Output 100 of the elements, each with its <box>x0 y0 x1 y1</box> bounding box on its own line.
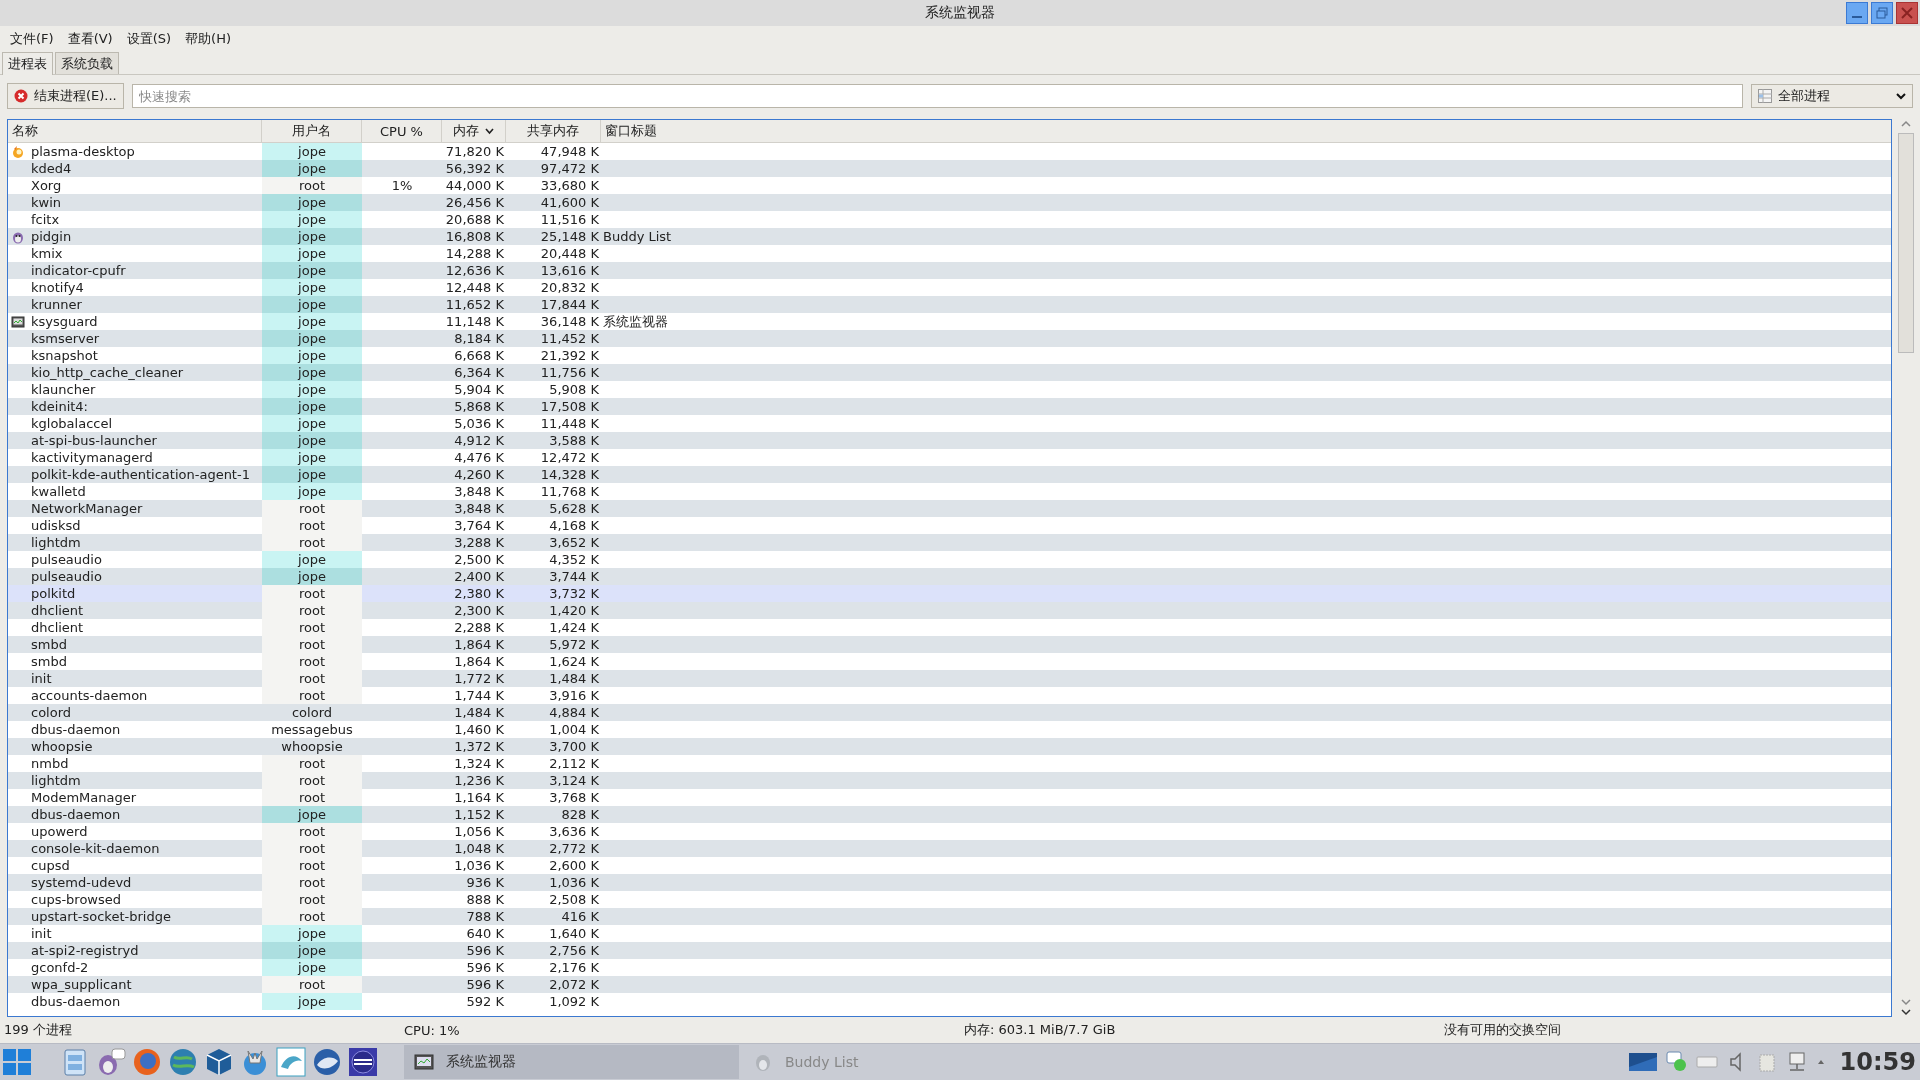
table-cell: 888 K <box>466 892 504 907</box>
column-header[interactable]: CPU % <box>362 120 442 142</box>
table-cell: 1,484 K <box>549 671 599 686</box>
table-row[interactable]: indicator-cpufr jope 12,636 K 13,616 K <box>8 262 1891 279</box>
table-cell: 1,048 K <box>454 841 504 856</box>
table-row[interactable]: init root 1,772 K 1,484 K <box>8 670 1891 687</box>
table-row[interactable]: kwalletd jope 3,848 K 11,768 K <box>8 483 1891 500</box>
table-row[interactable]: pidgin jope 16,808 K 25,148 K Buddy List <box>8 228 1891 245</box>
table-row[interactable]: lightdm root 3,288 K 3,652 K <box>8 534 1891 551</box>
table-row[interactable]: ksnapshot jope 6,668 K 21,392 K <box>8 347 1891 364</box>
table-row[interactable]: fcitx jope 20,688 K 11,516 K <box>8 211 1891 228</box>
table-row[interactable]: plasma-desktop jope 71,820 K 47,948 K <box>8 143 1891 160</box>
table-cell: knotify4 <box>31 279 84 296</box>
table-row[interactable]: upstart-socket-bridge root 788 K 416 K <box>8 908 1891 925</box>
menu-item[interactable]: 设置(S) <box>120 27 178 51</box>
table-row[interactable]: init jope 640 K 1,640 K <box>8 925 1891 942</box>
column-header[interactable]: 名称 <box>8 120 262 142</box>
table-row[interactable]: Xorg root 1% 44,000 K 33,680 K <box>8 177 1891 194</box>
table-row[interactable]: kio_http_cache_cleaner jope 6,364 K 11,756 K <box>8 364 1891 381</box>
table-cell: 5,972 K <box>549 637 599 652</box>
table-cell: kwin <box>31 194 61 211</box>
table-row[interactable]: lightdm root 1,236 K 3,124 K <box>8 772 1891 789</box>
table-cell: 1,744 K <box>454 688 504 703</box>
table-cell: jope <box>298 331 326 346</box>
clock: 10:59 <box>1839 1048 1916 1076</box>
table-cell: jope <box>298 450 326 465</box>
table-row[interactable]: whoopsie whoopsie 1,372 K 3,700 K <box>8 738 1891 755</box>
swap-status: 没有可用的交换空间 <box>1444 1021 1561 1039</box>
process-filter-dropdown[interactable]: 全部进程 <box>1751 84 1913 108</box>
table-cell: ksmserver <box>31 330 100 347</box>
table-cell: kglobalaccel <box>31 415 113 432</box>
table-cell: 2,300 K <box>454 603 504 618</box>
table-row[interactable]: pulseaudio jope 2,500 K 4,352 K <box>8 551 1891 568</box>
table-row[interactable]: nmbd root 1,324 K 2,112 K <box>8 755 1891 772</box>
column-header[interactable]: 窗口标题 <box>601 120 1891 142</box>
table-cell: ksysguard <box>31 313 98 330</box>
table-row[interactable]: gconfd-2 jope 596 K 2,176 K <box>8 959 1891 976</box>
table-row[interactable]: pulseaudio jope 2,400 K 3,744 K <box>8 568 1891 585</box>
table-row[interactable]: ksysguard jope 11,148 K 36,148 K 系统监视器 <box>8 313 1891 330</box>
table-row[interactable]: dhclient root 2,288 K 1,424 K <box>8 619 1891 636</box>
table-row[interactable]: accounts-daemon root 1,744 K 3,916 K <box>8 687 1891 704</box>
column-header[interactable]: 共享内存 <box>506 120 601 142</box>
end-process-button[interactable]: 结束进程(E)... <box>7 83 124 109</box>
table-cell: jope <box>298 943 326 958</box>
table-row[interactable]: cupsd root 1,036 K 2,600 K <box>8 857 1891 874</box>
table-row[interactable]: NetworkManager root 3,848 K 5,628 K <box>8 500 1891 517</box>
table-row[interactable]: upowerd root 1,056 K 3,636 K <box>8 823 1891 840</box>
table-cell: 3,636 K <box>549 824 599 839</box>
table-cell: 14,288 K <box>445 246 504 261</box>
table-cell: 41,600 K <box>540 195 599 210</box>
table-row[interactable]: ModemManager root 1,164 K 3,768 K <box>8 789 1891 806</box>
menu-item[interactable]: 查看(V) <box>61 27 119 51</box>
table-row[interactable]: wpa_supplicant root 596 K 2,072 K <box>8 976 1891 993</box>
table-cell: 2,756 K <box>549 943 599 958</box>
table-cell: root <box>298 586 326 601</box>
table-cell: 2,380 K <box>454 586 504 601</box>
table-cell: pidgin <box>31 228 72 245</box>
table-row[interactable]: knotify4 jope 12,448 K 20,832 K <box>8 279 1891 296</box>
table-cell: kdeinit4: <box>31 398 88 415</box>
table-row[interactable]: kded4 jope 56,392 K 97,472 K <box>8 160 1891 177</box>
table-row[interactable]: udisksd root 3,764 K 4,168 K <box>8 517 1891 534</box>
table-row[interactable]: colord colord 1,484 K 4,884 K <box>8 704 1891 721</box>
table-row[interactable]: smbd root 1,864 K 1,624 K <box>8 653 1891 670</box>
table-row[interactable]: klauncher jope 5,904 K 5,908 K <box>8 381 1891 398</box>
tab[interactable]: 系统负载 <box>55 52 119 74</box>
table-cell: NetworkManager <box>31 500 143 517</box>
table-cell: jope <box>298 246 326 261</box>
table-row[interactable]: systemd-udevd root 936 K 1,036 K <box>8 874 1891 891</box>
table-cell: 20,832 K <box>540 280 599 295</box>
table-cell: 4,352 K <box>549 552 599 567</box>
table-cell: messagebus <box>271 722 353 737</box>
table-cell: jope <box>298 552 326 567</box>
table-row[interactable]: at-spi2-registryd jope 596 K 2,756 K <box>8 942 1891 959</box>
search-field[interactable]: 快速搜索 <box>131 84 1743 108</box>
table-row[interactable]: kglobalaccel jope 5,036 K 11,448 K <box>8 415 1891 432</box>
table-cell: lightdm <box>31 772 81 789</box>
tab[interactable]: 进程表 <box>2 52 53 75</box>
column-header[interactable]: 内存 <box>442 120 506 142</box>
table-row[interactable]: krunner jope 11,652 K 17,844 K <box>8 296 1891 313</box>
menu-item[interactable]: 文件(F) <box>4 27 60 51</box>
table-row[interactable]: polkitd root 2,380 K 3,732 K <box>8 585 1891 602</box>
table-row[interactable]: cups-browsed root 888 K 2,508 K <box>8 891 1891 908</box>
column-header[interactable]: 用户名 <box>262 120 362 142</box>
table-row[interactable]: console-kit-daemon root 1,048 K 2,772 K <box>8 840 1891 857</box>
table-row[interactable]: dbus-daemon messagebus 1,460 K 1,004 K <box>8 721 1891 738</box>
table-row[interactable]: kdeinit4: jope 5,868 K 17,508 K <box>8 398 1891 415</box>
table-row[interactable]: dbus-daemon jope 1,152 K 828 K <box>8 806 1891 823</box>
table-row[interactable]: kmix jope 14,288 K 20,448 K <box>8 245 1891 262</box>
table-row[interactable]: smbd root 1,864 K 5,972 K <box>8 636 1891 653</box>
taskbar-button[interactable]: 系统监视器 <box>404 1045 739 1079</box>
table-row[interactable]: ksmserver jope 8,184 K 11,452 K <box>8 330 1891 347</box>
table-cell: kded4 <box>31 160 72 177</box>
menu-item[interactable]: 帮助(H) <box>179 27 237 51</box>
table-row[interactable]: at-spi-bus-launcher jope 4,912 K 3,588 K <box>8 432 1891 449</box>
table-cell: 2,072 K <box>549 977 599 992</box>
table-row[interactable]: kactivitymanagerd jope 4,476 K 12,472 K <box>8 449 1891 466</box>
table-row[interactable]: polkit-kde-authentication-agent-1 jope 4,260 K 14,328 K <box>8 466 1891 483</box>
table-row[interactable]: dbus-daemon jope 592 K 1,092 K <box>8 993 1891 1010</box>
table-row[interactable]: dhclient root 2,300 K 1,420 K <box>8 602 1891 619</box>
table-row[interactable]: kwin jope 26,456 K 41,600 K <box>8 194 1891 211</box>
